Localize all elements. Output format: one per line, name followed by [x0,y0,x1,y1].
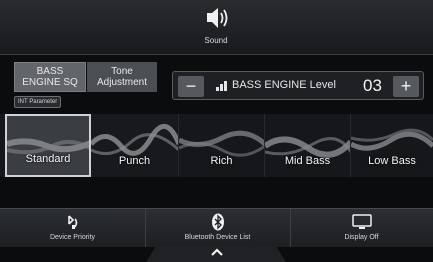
waveform-graphic [179,114,264,177]
int-parameter-badge[interactable]: INT Parameter [14,96,62,108]
level-value: 03 [363,76,382,95]
waveform-graphic [265,114,350,177]
tab-bass-engine-sq[interactable]: BASS ENGINE SQ [14,62,86,92]
preset-mid-bass[interactable]: Mid Bass [265,114,351,177]
preset-label: Standard [25,153,71,165]
tab-label: BASS ENGINE SQ [22,66,78,88]
preset-label: Punch [118,155,151,167]
preset-standard[interactable]: Standard [5,114,91,177]
tab-tone-adjustment[interactable]: Tone Adjustment [87,62,157,92]
bottom-toolbar: Device Priority Bluetooth Device List Di… [0,208,433,247]
button-label: Device Priority [49,234,96,241]
bluetooth-icon [211,213,224,231]
preset-label: Rich [210,155,233,167]
tab-label: Tone Adjustment [96,66,148,88]
page-title: Sound [204,36,228,45]
bars-icon [216,81,227,91]
waveform-graphic [91,114,178,177]
waveform-graphic [351,114,433,177]
monitor-icon [351,214,372,229]
display-off-button[interactable]: Display Off [290,209,433,247]
bluetooth-device-list-button[interactable]: Bluetooth Device List [145,209,291,247]
device-priority-button[interactable]: Device Priority [0,209,146,247]
preset-label: Low Bass [368,155,416,167]
waveform-graphic [7,116,89,175]
bass-engine-level-control: − BASS ENGINE Level 03 + [172,71,424,100]
button-label: Display Off [344,234,379,241]
level-increase-button[interactable]: + [393,76,419,97]
header-bar: Sound [0,0,433,55]
preset-punch[interactable]: Punch [91,114,179,177]
device-priority-icon [67,215,77,229]
preset-label: Mid Bass [284,155,331,167]
chevron-up-icon[interactable] [210,247,224,257]
preset-strip: Standard Punch Rich Mid Bass Low Bass [0,114,433,177]
level-decrease-button[interactable]: − [178,76,204,97]
preset-rich[interactable]: Rich [179,114,265,177]
button-label: Bluetooth Device List [184,234,251,241]
preset-low-bass[interactable]: Low Bass [351,114,433,177]
level-label: BASS ENGINE Level [232,79,336,91]
speaker-icon [207,8,228,28]
